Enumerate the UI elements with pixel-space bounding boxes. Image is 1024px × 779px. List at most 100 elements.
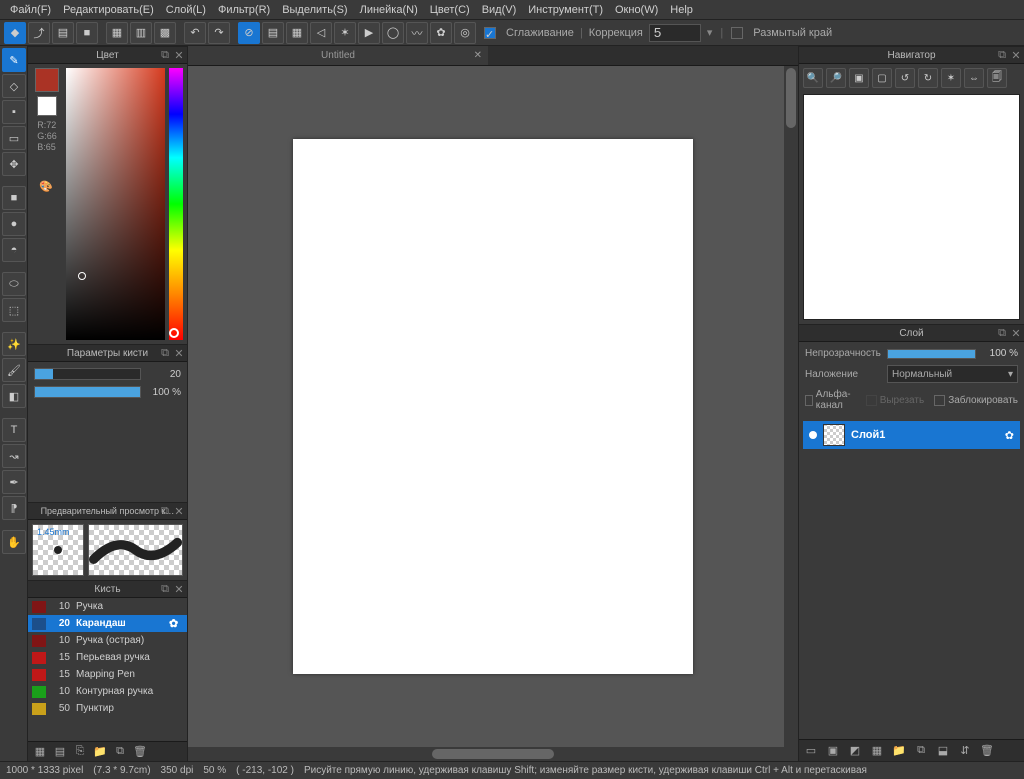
actual-button[interactable]: ▢ bbox=[872, 68, 892, 88]
canvas-viewport[interactable] bbox=[188, 66, 798, 747]
menu-filter[interactable]: Фильтр(R) bbox=[212, 2, 276, 18]
popout-icon[interactable]: ⧉ bbox=[159, 347, 171, 359]
brush-list-icon[interactable]: ▤ bbox=[52, 744, 68, 760]
brush-row[interactable]: 20Карандаш✿ bbox=[28, 615, 187, 632]
brush-row[interactable]: 10Ручка (острая) bbox=[28, 632, 187, 649]
move-tool[interactable]: ✥ bbox=[2, 152, 26, 176]
color-picker-area[interactable] bbox=[66, 68, 165, 340]
flip-h-button[interactable]: ⇔ bbox=[964, 68, 984, 88]
close-icon[interactable]: ✕ bbox=[173, 583, 185, 595]
close-icon[interactable]: ✕ bbox=[1010, 327, 1022, 339]
eyedropper-tool[interactable]: ⁋ bbox=[2, 496, 26, 520]
grid1-button[interactable]: ▦ bbox=[106, 22, 128, 44]
brush-row[interactable]: 15Mapping Pen bbox=[28, 666, 187, 683]
pen-tool[interactable]: ✒ bbox=[2, 470, 26, 494]
undo-button[interactable]: ↶ bbox=[184, 22, 206, 44]
canvas-page[interactable] bbox=[293, 139, 693, 674]
shape-parallel-button[interactable]: ▤ bbox=[262, 22, 284, 44]
lasso-tool[interactable]: ⬭ bbox=[2, 272, 26, 296]
shape-gear-icon[interactable]: ✿ bbox=[430, 22, 452, 44]
menu-tool[interactable]: Инструмент(T) bbox=[522, 2, 609, 18]
brush-copy-icon[interactable]: ⎘ bbox=[72, 744, 88, 760]
brush-trash-icon[interactable]: 🗑 bbox=[132, 744, 148, 760]
hand-tool[interactable]: ✋ bbox=[2, 530, 26, 554]
menu-edit[interactable]: Редактировать(E) bbox=[57, 2, 160, 18]
brush-grid-icon[interactable]: ▦ bbox=[32, 744, 48, 760]
popout-icon[interactable]: ⧉ bbox=[996, 49, 1008, 61]
popout-icon[interactable]: ⧉ bbox=[159, 49, 171, 61]
layer-row[interactable]: Слой1 ✿ bbox=[803, 421, 1020, 449]
shape-focus-button[interactable]: ▶ bbox=[358, 22, 380, 44]
opacity-slider[interactable] bbox=[887, 349, 976, 359]
brush-row[interactable]: 10Ручка bbox=[28, 598, 187, 615]
close-icon[interactable]: ✕ bbox=[173, 49, 185, 61]
menu-layer[interactable]: Слой(L) bbox=[160, 2, 212, 18]
menu-window[interactable]: Окно(W) bbox=[609, 2, 664, 18]
palette-icon[interactable]: 🎨 bbox=[39, 180, 55, 196]
brush-gear-icon[interactable]: ✿ bbox=[169, 617, 183, 630]
popout-icon[interactable]: ⧉ bbox=[996, 327, 1008, 339]
brush-size-slider[interactable] bbox=[34, 368, 141, 380]
export-button[interactable]: ⤴ bbox=[28, 22, 50, 44]
select-box-tool[interactable]: ▭ bbox=[2, 126, 26, 150]
bucket-tool[interactable]: ◓ bbox=[2, 238, 26, 262]
lock-check[interactable]: Заблокировать bbox=[934, 389, 1018, 411]
mask-icon[interactable]: ◩ bbox=[847, 743, 863, 759]
shape-curve-button[interactable]: 〰 bbox=[406, 22, 428, 44]
merge-icon[interactable]: ⬓ bbox=[935, 743, 951, 759]
new-layer-icon[interactable]: ▭ bbox=[803, 743, 819, 759]
path-tool[interactable]: ↝ bbox=[2, 444, 26, 468]
new-file-button[interactable]: ◆ bbox=[4, 22, 26, 44]
pencil-tool[interactable]: ✎ bbox=[2, 48, 26, 72]
fit-button[interactable]: ▣ bbox=[849, 68, 869, 88]
shape-cross-button[interactable]: ▦ bbox=[286, 22, 308, 44]
document-tab[interactable]: Untitled ✕ bbox=[188, 46, 488, 65]
wand-tool[interactable]: ✨ bbox=[2, 332, 26, 356]
close-icon[interactable]: ✕ bbox=[173, 347, 185, 359]
save-button[interactable]: ■ bbox=[76, 22, 98, 44]
canvas-vscroll[interactable] bbox=[784, 66, 798, 747]
close-icon[interactable]: ✕ bbox=[1010, 49, 1022, 61]
dot-tool[interactable]: ▪ bbox=[2, 100, 26, 124]
eraser-tool[interactable]: ◇ bbox=[2, 74, 26, 98]
layer-visibility-icon[interactable] bbox=[809, 431, 817, 439]
grid3-button[interactable]: ▩ bbox=[154, 22, 176, 44]
move-layer-icon[interactable]: ⇵ bbox=[957, 743, 973, 759]
menu-select[interactable]: Выделить(S) bbox=[276, 2, 353, 18]
new-group-icon[interactable]: ▣ bbox=[825, 743, 841, 759]
brush-row[interactable]: 10Контурная ручка bbox=[28, 683, 187, 700]
shape-radial-button[interactable]: ✶ bbox=[334, 22, 356, 44]
menu-file[interactable]: Файл(F) bbox=[4, 2, 57, 18]
redo-button[interactable]: ↷ bbox=[208, 22, 230, 44]
open-button[interactable]: ▤ bbox=[52, 22, 74, 44]
brush2-tool[interactable]: 🖌 bbox=[2, 358, 26, 382]
navigator-preview[interactable] bbox=[803, 94, 1020, 320]
menu-help[interactable]: Help bbox=[664, 2, 699, 18]
reset-rot-button[interactable]: ✶ bbox=[941, 68, 961, 88]
tab-close-icon[interactable]: ✕ bbox=[474, 50, 482, 61]
canvas-hscroll[interactable] bbox=[188, 747, 798, 761]
brush-dup-icon[interactable]: ⧉ bbox=[112, 744, 128, 760]
rect-tool[interactable]: ■ bbox=[2, 186, 26, 210]
marquee-tool[interactable]: ⬚ bbox=[2, 298, 26, 322]
rotate-left-button[interactable]: ↺ bbox=[895, 68, 915, 88]
dup-layer-icon[interactable]: ⧉ bbox=[913, 743, 929, 759]
trash-icon[interactable]: 🗑 bbox=[979, 743, 995, 759]
text-tool[interactable]: T bbox=[2, 418, 26, 442]
hue-slider[interactable] bbox=[169, 68, 183, 340]
ellipse-tool[interactable]: ● bbox=[2, 212, 26, 236]
shape-none-button[interactable]: ⊘ bbox=[238, 22, 260, 44]
layer-gear-icon[interactable]: ✿ bbox=[1005, 429, 1014, 442]
blur-edge-check[interactable] bbox=[731, 27, 743, 39]
folder-icon[interactable]: 📁 bbox=[891, 743, 907, 759]
blend-select[interactable]: Нормальный▾ bbox=[887, 365, 1018, 383]
brush-opacity-slider[interactable] bbox=[34, 386, 141, 398]
background-swatch[interactable] bbox=[37, 96, 57, 116]
brush-row[interactable]: 15Перьевая ручка bbox=[28, 649, 187, 666]
flip-v-button[interactable]: 🗐 bbox=[987, 68, 1007, 88]
brush-folder-icon[interactable]: 📁 bbox=[92, 744, 108, 760]
shape-target-button[interactable]: ◎ bbox=[454, 22, 476, 44]
zoom-out-button[interactable]: 🔍 bbox=[803, 68, 823, 88]
menu-ruler[interactable]: Линейка(N) bbox=[354, 2, 424, 18]
shape-ellipse-button[interactable]: ◯ bbox=[382, 22, 404, 44]
